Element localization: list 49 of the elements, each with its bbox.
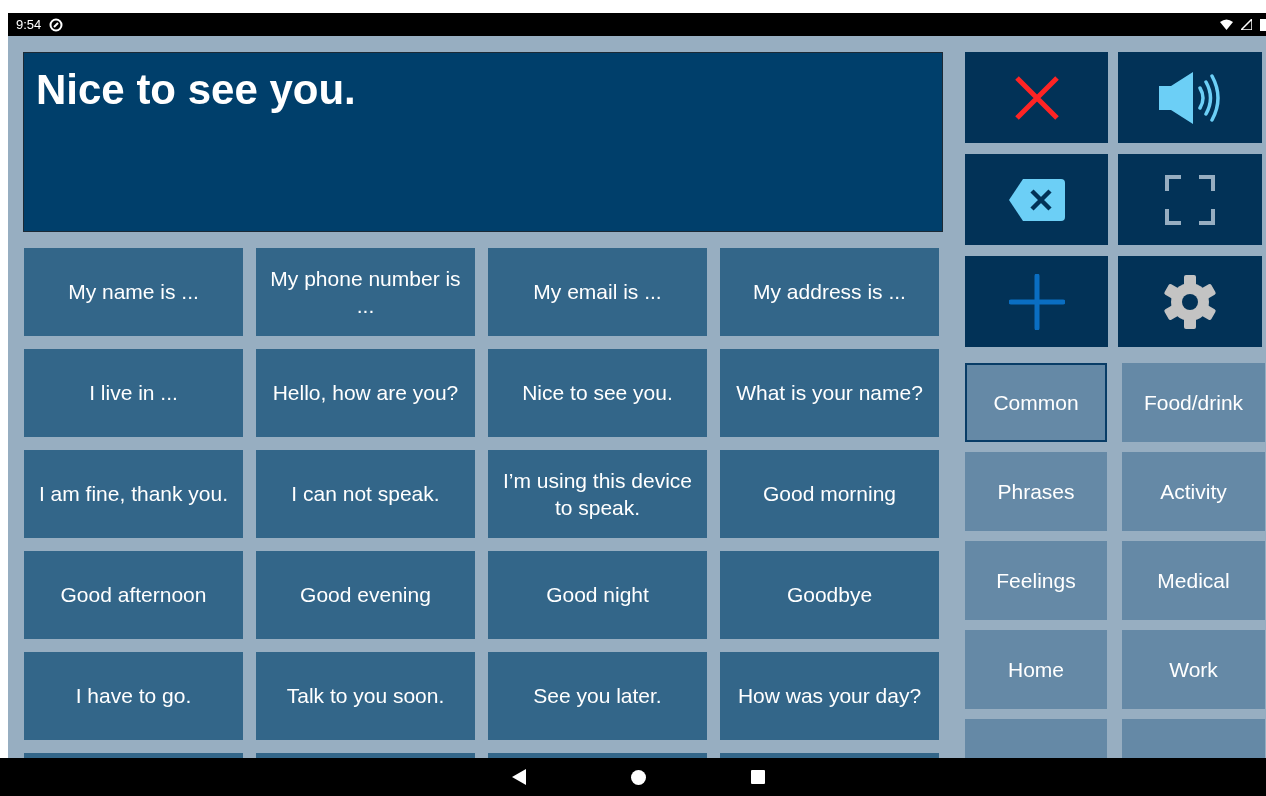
phrase-button[interactable]: Talk to you soon. [256, 652, 475, 740]
backspace-icon [1008, 178, 1065, 221]
category-tab[interactable]: Work [1122, 630, 1265, 709]
signal-icon [1241, 19, 1252, 30]
category-tab[interactable]: Medical [1122, 541, 1265, 620]
status-time: 9:54 [16, 15, 42, 34]
recents-icon[interactable] [750, 770, 765, 784]
phrase-button[interactable]: I live in ... [24, 349, 243, 437]
add-button[interactable] [965, 256, 1108, 347]
fullscreen-button[interactable] [1118, 154, 1262, 245]
phrase-button[interactable]: Good night [488, 551, 707, 639]
category-tab[interactable]: Food/drink [1122, 363, 1265, 442]
category-tab[interactable]: Home [965, 630, 1107, 709]
phrase-button[interactable]: Good evening [256, 551, 475, 639]
message-text: Nice to see you. [36, 67, 356, 114]
settings-icon [1163, 274, 1217, 329]
phrase-button[interactable]: I am fine, thank you. [24, 450, 243, 538]
settings-button[interactable] [1118, 256, 1262, 347]
phrase-button[interactable]: See you later. [488, 652, 707, 740]
phrase-button[interactable]: Nice to see you. [488, 349, 707, 437]
phrase-button[interactable]: I’m using this device to speak. [488, 450, 707, 538]
category-tab[interactable]: Phrases [965, 452, 1107, 531]
phrase-button[interactable]: I have to go. [24, 652, 243, 740]
category-tab[interactable]: Activity [1122, 452, 1265, 531]
category-tab[interactable]: Common [965, 363, 1107, 442]
phrase-button[interactable]: My name is ... [24, 248, 243, 336]
home-icon[interactable] [630, 769, 646, 785]
phrase-button[interactable]: How was your day? [720, 652, 939, 740]
notification-icon [49, 17, 64, 32]
backspace-button[interactable] [965, 154, 1108, 245]
category-tab[interactable]: Feelings [965, 541, 1107, 620]
speak-button[interactable] [1118, 52, 1262, 143]
clear-icon [1013, 74, 1060, 121]
phrase-button[interactable]: Good morning [720, 450, 939, 538]
phrase-button[interactable]: My email is ... [488, 248, 707, 336]
phrase-button[interactable]: I can not speak. [256, 450, 475, 538]
speaker-icon [1157, 71, 1223, 124]
battery-icon [1260, 18, 1266, 31]
phrase-button[interactable]: Hello, how are you? [256, 349, 475, 437]
plus-icon [1008, 273, 1065, 330]
wifi-icon [1220, 19, 1233, 30]
phrase-button[interactable]: Goodbye [720, 551, 939, 639]
phrase-button[interactable]: What is your name? [720, 349, 939, 437]
fullscreen-icon [1165, 174, 1215, 225]
phrase-button[interactable]: My phone number is ... [256, 248, 475, 336]
back-icon[interactable] [511, 769, 526, 785]
phrase-button[interactable]: Good afternoon [24, 551, 243, 639]
phrase-button[interactable]: My address is ... [720, 248, 939, 336]
clear-button[interactable] [965, 52, 1108, 143]
